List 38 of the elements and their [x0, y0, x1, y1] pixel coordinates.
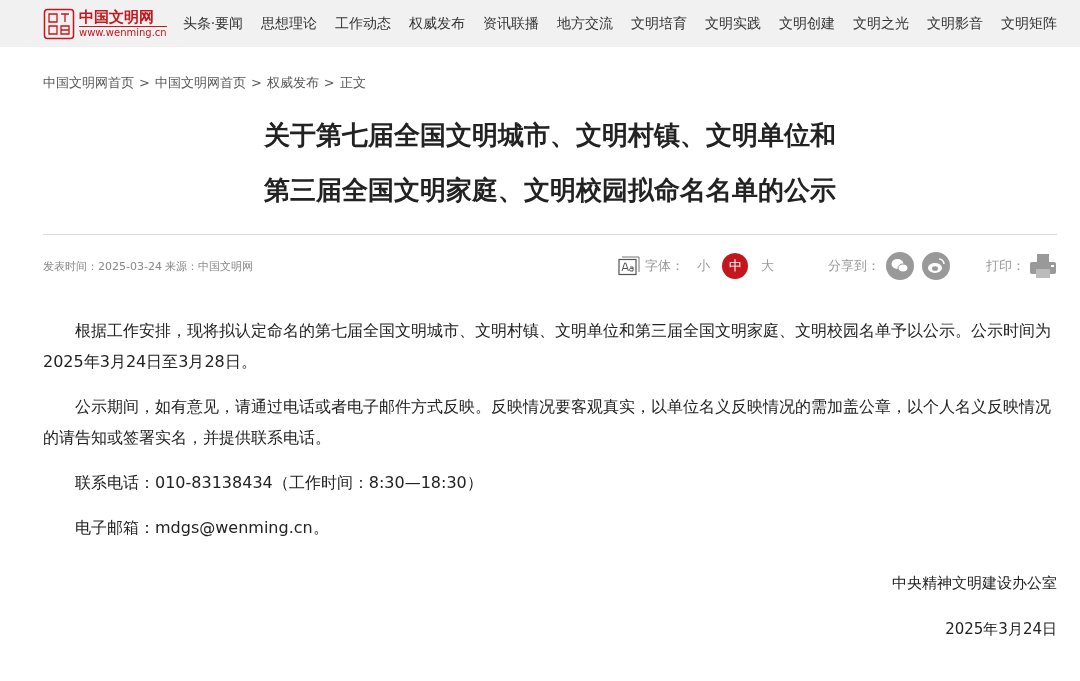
share-label: 分享到： — [828, 257, 880, 275]
nav-link[interactable]: 权威发布 — [409, 14, 466, 33]
article-title: 关于第七届全国文明城市、文明村镇、文明单位和 — [263, 119, 837, 152]
seal-logo-icon[interactable] — [43, 7, 75, 40]
nav-link[interactable]: 文明影音 — [927, 14, 984, 33]
print-label: 打印： — [986, 257, 1025, 275]
site-url: www.wenming.cn — [79, 26, 167, 39]
breadcrumb-link[interactable]: 正文 — [339, 74, 366, 92]
nav-link[interactable]: 思想理论 — [261, 14, 318, 33]
nav-link[interactable]: 文明创建 — [779, 14, 836, 33]
nav-link[interactable]: 文明矩阵 — [1001, 14, 1058, 33]
article-paragraph: 联系电话：010-83138434（工作时间：8:30—18:30） — [74, 472, 484, 494]
breadcrumb-link[interactable]: 权威发布 — [266, 74, 319, 92]
font-size-option[interactable]: 中 — [722, 253, 748, 279]
font-size-icon — [618, 256, 640, 276]
nav-link[interactable]: 文明实践 — [705, 14, 762, 33]
breadcrumb-separator: > — [139, 74, 150, 92]
breadcrumb-link[interactable]: 中国文明网首页 — [154, 74, 246, 92]
font-size-label: 字体： — [645, 257, 684, 275]
nav-link[interactable]: 地方交流 — [557, 14, 614, 33]
printer-icon[interactable] — [1029, 253, 1057, 279]
publish-info: 发表时间：2025-03-24 来源：中国文明网 — [43, 258, 255, 274]
site-logo-name[interactable]: 中国文明网 — [79, 8, 167, 26]
breadcrumb-separator: > — [250, 74, 262, 92]
article-paragraph: 根据工作安排，现将拟认定命名的第七届全国文明城市、文明村镇、文明单位和第三届全国文明家庭、文明校园名单予以公示。公示时间为2025年3月24日至3月28日。 — [43, 320, 1052, 373]
nav-link[interactable]: 文明培育 — [631, 14, 688, 33]
nav-link[interactable]: 资讯联播 — [483, 14, 540, 33]
signature: 中央精神文明建设办公室 — [891, 573, 1057, 593]
nav-link[interactable]: 工作动态 — [335, 14, 392, 33]
breadcrumb-link[interactable]: 中国文明网首页 — [43, 74, 134, 92]
publish-date: 2025年3月24日 — [944, 619, 1057, 639]
article-paragraph: 电子邮箱：mdgs@wenming.cn。 — [74, 517, 330, 539]
chat-bubbles-icon[interactable] — [886, 252, 914, 280]
article-paragraph: 公示期间，如有意见，请通过电话或者电子邮件方式反映。反映情况要客观真实，以单位名义反映情况的需加盖公章，以个人名义反映情况的请告知或签署实名，并提供联系电话。 — [43, 396, 1052, 449]
article-title: 第三届全国文明家庭、文明校园拟命名名单的公示 — [263, 174, 837, 207]
breadcrumb-separator: > — [323, 74, 335, 92]
nav-link[interactable]: 文明之光 — [853, 14, 910, 33]
nav-link[interactable]: 头条·要闻 — [182, 14, 244, 33]
